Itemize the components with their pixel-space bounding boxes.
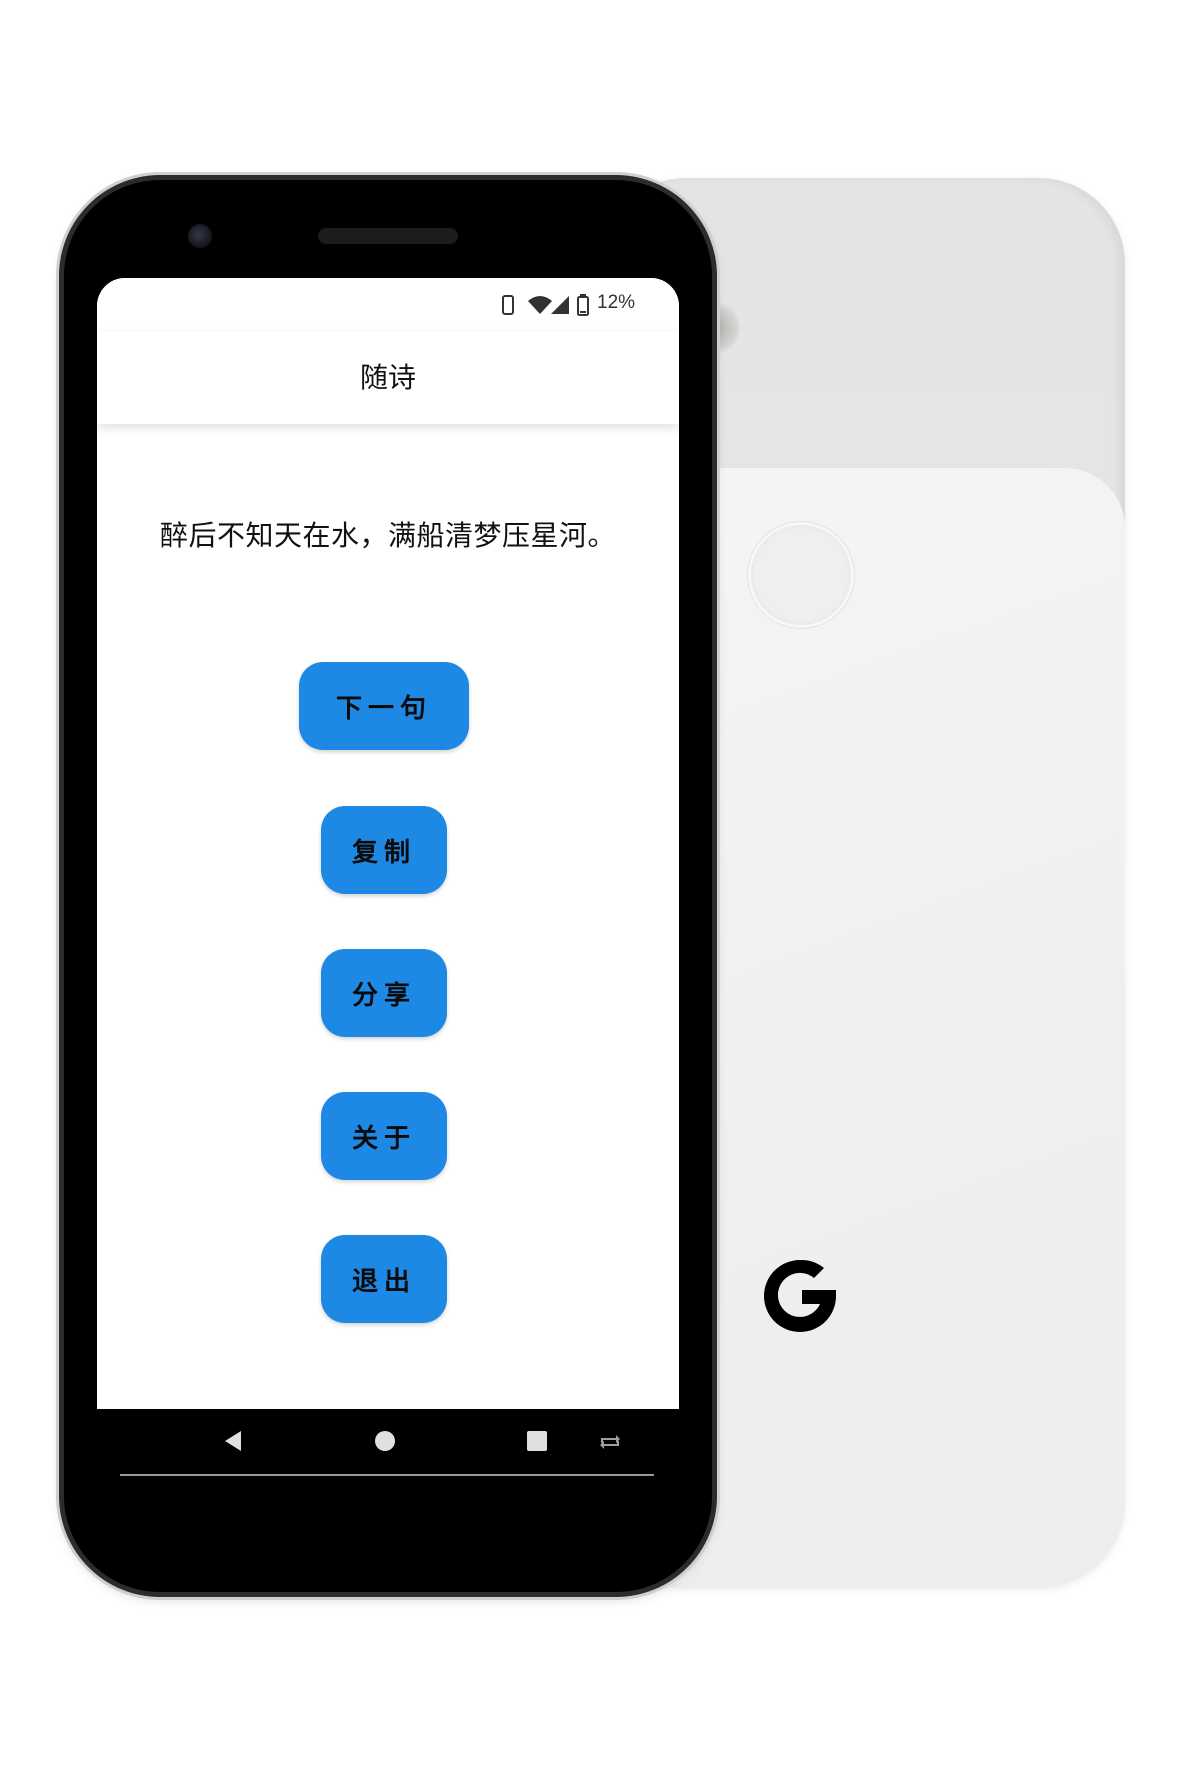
fingerprint-sensor-icon (748, 522, 854, 628)
volume-button (712, 708, 718, 904)
rotate-icon[interactable] (598, 1432, 622, 1450)
cell-signal-icon (551, 296, 569, 314)
home-icon[interactable] (374, 1430, 396, 1452)
gesture-bar (120, 1474, 654, 1476)
phone-outline-icon (502, 295, 514, 315)
battery-percentage: 12% (597, 292, 636, 313)
google-g-logo-icon (764, 1259, 836, 1332)
status-bar: 12% (97, 278, 679, 332)
earpiece-speaker (318, 228, 458, 244)
copy-button[interactable]: 复制 (321, 806, 447, 894)
app-bar: 随诗 (97, 332, 679, 424)
exit-button[interactable]: 退出 (321, 1235, 447, 1323)
back-icon[interactable] (221, 1429, 245, 1453)
front-camera-icon (188, 224, 212, 248)
system-navigation-bar (97, 1409, 679, 1473)
recents-icon[interactable] (526, 1430, 548, 1452)
power-button (712, 534, 718, 624)
share-button[interactable]: 分享 (321, 949, 447, 1037)
poem-text: 醉后不知天在水，满船清梦压星河。 (159, 519, 616, 552)
next-line-button[interactable]: 下一句 (299, 662, 469, 750)
device-mockup: 12% 随诗 醉后不知天在水，满船清梦压星河。 下一句 复制 分享 关于 退出 (0, 0, 1188, 1782)
page-title: 随诗 (359, 361, 416, 394)
app-screen: 12% 随诗 醉后不知天在水，满船清梦压星河。 下一句 复制 分享 关于 退出 (97, 278, 679, 1409)
battery-icon (577, 294, 589, 316)
about-button[interactable]: 关于 (321, 1092, 447, 1180)
